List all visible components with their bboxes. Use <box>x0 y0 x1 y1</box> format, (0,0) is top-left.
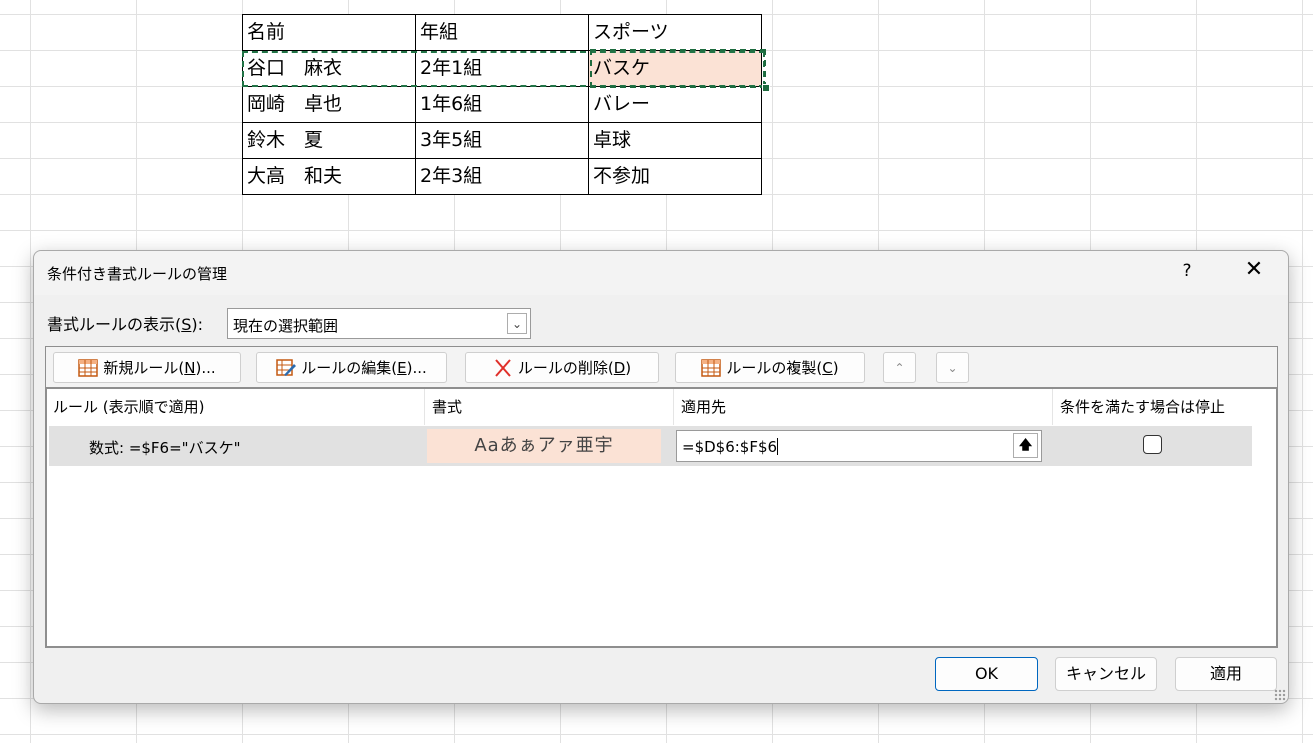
new-rule-button[interactable]: 新規ルール(N)... <box>53 352 241 383</box>
chevron-up-icon: ⌃ <box>894 360 905 375</box>
close-button[interactable]: ✕ <box>1239 257 1269 282</box>
data-table: 名前 年組 スポーツ 谷口 麻衣 2年1組 バスケ 岡崎 卓也 1年6組 バレー… <box>242 14 762 195</box>
column-header-applies-to[interactable]: 適用先 <box>681 389 726 425</box>
table-header-row: 名前 年組 スポーツ <box>242 14 762 51</box>
column-header-format[interactable]: 書式 <box>432 389 462 425</box>
table-cell[interactable]: 卓球 <box>588 122 762 159</box>
duplicate-rule-icon <box>701 358 722 377</box>
table-cell[interactable]: 年組 <box>415 14 589 51</box>
rule-row[interactable]: 数式: =$F6="バスケ" Aaあぁアァ亜宇 =$D$6:$F$6 🡅 <box>49 426 1252 466</box>
table-row: 大高 和夫 2年3組 不参加 <box>242 158 762 195</box>
show-rules-value: 現在の選択範囲 <box>233 317 339 335</box>
new-rule-icon <box>78 358 99 377</box>
rule-toolbar: 新規ルール(N)... ルールの編集(E)... ルールの削除(D) ルールの複… <box>45 346 1278 387</box>
table-cell[interactable]: 名前 <box>242 14 416 51</box>
table-cell[interactable]: バレー <box>588 86 762 123</box>
table-cell[interactable]: スポーツ <box>588 14 762 51</box>
duplicate-rule-label: ルールの複製(C) <box>726 359 839 377</box>
table-cell[interactable]: 1年6組 <box>415 86 589 123</box>
format-preview: Aaあぁアァ亜宇 <box>427 429 661 463</box>
table-cell[interactable]: 不参加 <box>588 158 762 195</box>
ok-button[interactable]: OK <box>935 657 1038 691</box>
conditional-format-manager-dialog: 条件付き書式ルールの管理 ? ✕ 書式ルールの表示(S): 現在の選択範囲 ⌄ … <box>33 250 1289 704</box>
delete-rule-label: ルールの削除(D) <box>517 359 632 377</box>
edit-rule-label: ルールの編集(E)... <box>301 359 427 377</box>
cancel-button[interactable]: キャンセル <box>1055 657 1157 691</box>
dialog-titlebar[interactable]: 条件付き書式ルールの管理 ? ✕ <box>34 251 1288 295</box>
applies-to-value: =$D$6:$F$6 <box>682 438 779 456</box>
table-cell-highlighted[interactable]: バスケ <box>588 50 762 87</box>
column-divider <box>1052 389 1053 425</box>
move-up-button[interactable]: ⌃ <box>883 352 916 383</box>
rule-condition: 数式: =$F6="バスケ" <box>89 439 241 457</box>
stop-if-true-checkbox[interactable] <box>1143 435 1162 454</box>
column-divider <box>424 389 425 425</box>
move-down-button[interactable]: ⌄ <box>936 352 969 383</box>
chevron-down-icon: ⌄ <box>947 360 958 375</box>
column-header-stop-if-true[interactable]: 条件を満たす場合は停止 <box>1060 389 1225 425</box>
table-cell[interactable]: 3年5組 <box>415 122 589 159</box>
chevron-down-icon[interactable]: ⌄ <box>507 313 527 334</box>
delete-rule-button[interactable]: ルールの削除(D) <box>465 352 659 383</box>
edit-rule-button[interactable]: ルールの編集(E)... <box>256 352 447 383</box>
table-cell[interactable]: 鈴木 夏 <box>242 122 416 159</box>
help-button[interactable]: ? <box>1177 261 1197 281</box>
collapse-dialog-icon[interactable]: 🡅 <box>1013 433 1038 458</box>
table-cell[interactable]: 2年1組 <box>415 50 589 87</box>
table-cell[interactable]: 2年3組 <box>415 158 589 195</box>
new-rule-label: 新規ルール(N)... <box>103 359 216 377</box>
delete-icon <box>493 358 513 377</box>
table-row: 鈴木 夏 3年5組 卓球 <box>242 122 762 159</box>
table-cell[interactable]: 谷口 麻衣 <box>242 50 416 87</box>
show-rules-label: 書式ルールの表示(S): <box>47 315 204 334</box>
show-rules-select[interactable]: 現在の選択範囲 ⌄ <box>227 308 531 339</box>
column-divider <box>673 389 674 425</box>
applies-to-input[interactable]: =$D$6:$F$6 🡅 <box>676 430 1042 462</box>
fill-handle[interactable] <box>762 84 770 92</box>
duplicate-rule-button[interactable]: ルールの複製(C) <box>675 352 865 383</box>
edit-rule-icon <box>276 358 297 377</box>
dialog-title: 条件付き書式ルールの管理 <box>47 265 228 283</box>
table-cell[interactable]: 大高 和夫 <box>242 158 416 195</box>
resize-grip[interactable] <box>1274 689 1286 701</box>
table-cell[interactable]: 岡崎 卓也 <box>242 86 416 123</box>
table-row: 岡崎 卓也 1年6組 バレー <box>242 86 762 123</box>
apply-button[interactable]: 適用 <box>1175 657 1277 691</box>
column-header-rule[interactable]: ルール (表示順で適用) <box>53 389 204 425</box>
table-row: 谷口 麻衣 2年1組 バスケ <box>242 50 762 87</box>
rules-list: ルール (表示順で適用) 書式 適用先 条件を満たす場合は停止 数式: =$F6… <box>45 387 1278 648</box>
